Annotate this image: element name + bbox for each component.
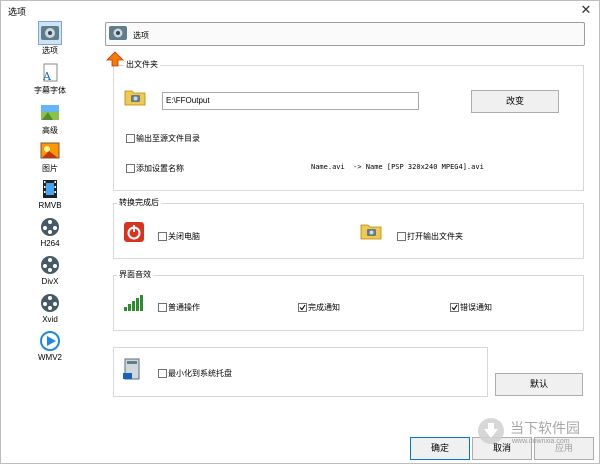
shutdown-label: 关闭电脑 xyxy=(168,232,200,241)
default-button[interactable]: 默认 xyxy=(495,373,583,396)
normal-op-checkbox[interactable] xyxy=(158,303,167,312)
rmvb-film-icon xyxy=(43,180,57,198)
sidebar-item-label: 字幕字体 xyxy=(34,86,66,95)
sidebar-item-label: RMVB xyxy=(38,201,62,210)
output-path-value: E:\FFOutput xyxy=(166,96,210,105)
close-icon[interactable]: ✕ xyxy=(578,2,594,18)
window-title: 选项 xyxy=(8,7,27,17)
sidebar-item-picture[interactable]: 图片 xyxy=(28,140,72,174)
up-arrow-icon xyxy=(106,51,124,67)
folder-icon xyxy=(124,90,146,106)
checkmark-icon xyxy=(299,304,306,311)
checkmark-icon xyxy=(451,304,458,311)
subtitle-font-icon: A xyxy=(42,63,58,83)
power-icon xyxy=(124,222,144,242)
minimize-to-tray-checkbox[interactable] xyxy=(158,369,167,378)
watermark-url: www.downxia.com xyxy=(512,438,570,445)
add-settings-name-checkbox[interactable] xyxy=(126,164,135,173)
output-path-field[interactable]: E:\FFOutput xyxy=(162,92,419,110)
divx-reel-icon xyxy=(41,256,59,274)
section-header xyxy=(105,22,585,46)
picture-icon xyxy=(40,142,60,159)
group-title: 出文件夹 xyxy=(124,59,160,70)
complete-notify-label: 完成通知 xyxy=(308,303,340,312)
watermark: 当下软件园 www.downxia.com xyxy=(476,410,596,462)
ok-button[interactable]: 确定 xyxy=(410,437,470,460)
settings-name-example: Name.avi -> Name [PSP 320x240 MPEG4].avi xyxy=(311,163,484,171)
sidebar-item-h264[interactable]: H264 xyxy=(28,216,72,248)
sidebar-item-label: 高级 xyxy=(42,126,58,135)
h264-reel-icon xyxy=(41,218,59,236)
options-icon xyxy=(38,21,62,45)
sidebar-item-label: H264 xyxy=(40,239,60,248)
watermark-text: 当下软件园 xyxy=(510,420,580,436)
sidebar-item-label: 图片 xyxy=(42,164,58,173)
sidebar-item-options[interactable]: 选项 xyxy=(28,21,72,56)
xvid-reel-icon xyxy=(41,294,59,312)
open-output-folder-checkbox[interactable] xyxy=(397,232,406,241)
download-logo-icon xyxy=(478,418,504,444)
normal-op-label: 普通操作 xyxy=(168,303,200,312)
sidebar-item-advanced[interactable]: 高级 xyxy=(28,102,72,136)
sidebar-item-wmv2[interactable]: WMV2 xyxy=(28,330,72,362)
svg-text:A: A xyxy=(42,70,52,83)
wmv2-icon xyxy=(40,331,60,351)
options-icon xyxy=(109,26,127,40)
volume-bars-icon xyxy=(124,295,143,311)
sidebar-item-xvid[interactable]: Xvid xyxy=(28,292,72,324)
output-to-source-checkbox[interactable] xyxy=(126,134,135,143)
sidebar-item-divx[interactable]: DivX xyxy=(28,254,72,286)
advanced-icon xyxy=(41,105,59,120)
folder-icon xyxy=(360,224,382,240)
page-title: 选项 xyxy=(133,31,149,40)
minimize-to-tray-label: 最小化到系统托盘 xyxy=(168,369,232,378)
sidebar-item-rmvb[interactable]: RMVB xyxy=(28,178,72,210)
sidebar-item-label: Xvid xyxy=(42,315,58,324)
add-settings-name-label: 添加设置名称 xyxy=(136,164,184,173)
error-notify-checkbox[interactable] xyxy=(450,303,459,312)
sidebar-item-label: WMV2 xyxy=(38,353,62,362)
sidebar-item-subtitle-font[interactable]: A 字幕字体 xyxy=(28,62,72,96)
error-notify-label: 错误通知 xyxy=(460,303,492,312)
shutdown-checkbox[interactable] xyxy=(158,232,167,241)
group-title: 转换完成后 xyxy=(117,197,161,208)
complete-notify-checkbox[interactable] xyxy=(298,303,307,312)
title-bar xyxy=(0,0,600,22)
output-to-source-label: 输出至源文件目录 xyxy=(136,134,200,143)
sidebar-item-label: DivX xyxy=(41,277,59,286)
group-title: 界面音效 xyxy=(117,269,153,280)
system-tray-icon xyxy=(123,358,140,380)
sidebar-item-label: 选项 xyxy=(42,46,58,55)
change-folder-button[interactable]: 改变 xyxy=(471,90,559,113)
sidebar: 选项 A 字幕字体 高级 图片 RMVB H264 DivX Xvid WMV2 xyxy=(0,21,100,402)
open-output-folder-label: 打开输出文件夹 xyxy=(407,232,463,241)
